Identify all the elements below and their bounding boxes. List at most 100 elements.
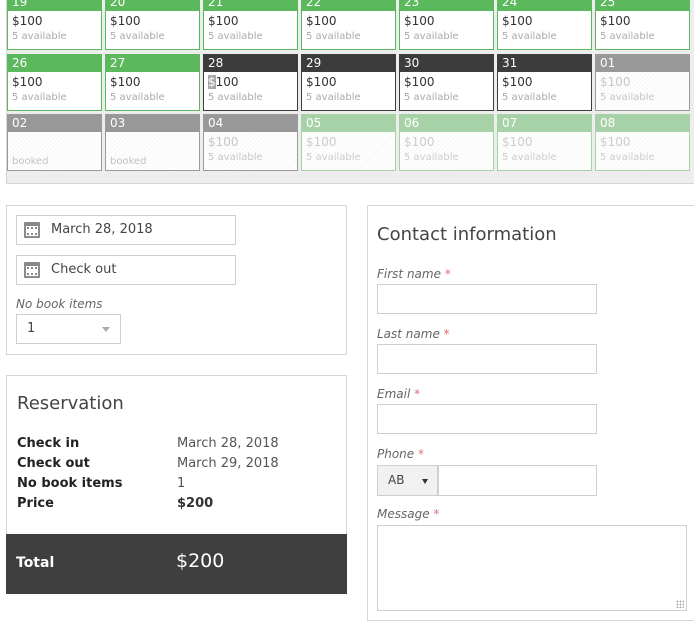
calendar-day[interactable]: 19 $100 5 available <box>7 0 102 50</box>
calendar-day-price: $100 <box>600 75 631 89</box>
summary-value: March 29, 2018 <box>177 456 279 471</box>
calendar-day[interactable]: 22 $100 5 available <box>301 0 396 50</box>
calendar-day-number: 04 <box>204 115 297 132</box>
calendar-day-availability: 5 available <box>502 31 557 42</box>
calendar-day-price: $100 <box>600 135 631 149</box>
total-bar: Total $200 <box>6 534 347 594</box>
calendar-day[interactable]: 07 $100 5 available <box>497 114 592 171</box>
calendar-day-availability: 5 available <box>12 31 67 42</box>
last-name-label: Last name * <box>377 327 450 341</box>
calendar-day-availability: 5 available <box>208 31 263 42</box>
required-mark: * <box>444 267 451 281</box>
check-in-value: March 28, 2018 <box>51 222 153 237</box>
message-label-text: Message <box>377 507 430 521</box>
phone-input[interactable] <box>438 465 597 496</box>
message-label: Message * <box>377 507 439 521</box>
calendar-day-price: $100 <box>208 75 239 89</box>
calendar-day-availability: 5 available <box>600 92 655 103</box>
calendar-day-number: 28 <box>204 55 297 72</box>
summary-value: $200 <box>177 496 214 511</box>
calendar-day[interactable]: 28 $100 5 available <box>203 54 298 111</box>
calendar-day[interactable]: 23 $100 5 available <box>399 0 494 50</box>
book-items-label: No book items <box>16 297 103 311</box>
required-mark: * <box>414 387 421 401</box>
summary-row-items: No book items 1 <box>17 474 337 494</box>
calendar-day[interactable]: 31 $100 5 available <box>497 54 592 111</box>
check-in-field[interactable]: March 28, 2018 <box>16 215 236 245</box>
calendar-day-availability: 5 available <box>208 92 263 103</box>
phone-country-select[interactable]: AB <box>377 465 438 496</box>
calendar-day[interactable]: 08 $100 5 available <box>595 114 690 171</box>
calendar-day-number: 31 <box>498 55 591 72</box>
resize-handle-icon[interactable] <box>676 600 684 608</box>
required-mark: * <box>443 327 450 341</box>
check-out-placeholder: Check out <box>51 262 117 277</box>
summary-row-price: Price $200 <box>17 494 337 514</box>
calendar-day[interactable]: 20 $100 5 available <box>105 0 200 50</box>
calendar-day-availability: 5 available <box>502 152 557 163</box>
calendar-day[interactable]: 29 $100 5 available <box>301 54 396 111</box>
calendar-day[interactable]: 21 $100 5 available <box>203 0 298 50</box>
calendar-day-number: 06 <box>400 115 493 132</box>
email-label: Email * <box>377 387 420 401</box>
contact-title: Contact information <box>377 224 557 245</box>
summary-row-check-in: Check in March 28, 2018 <box>17 434 337 454</box>
calendar-day-price: $100 <box>404 14 435 28</box>
calendar-day-availability: 5 available <box>110 31 165 42</box>
total-value: $200 <box>176 550 225 572</box>
calendar-day-booked: booked <box>110 156 147 167</box>
check-out-field[interactable]: Check out <box>16 255 236 285</box>
calendar-day-price: $100 <box>12 75 43 89</box>
required-mark: * <box>433 507 440 521</box>
calendar-day-availability: 5 available <box>306 152 361 163</box>
caret-down-icon <box>422 479 428 484</box>
calendar-day[interactable]: 05 $100 5 available <box>301 114 396 171</box>
calendar-day-availability: 5 available <box>306 31 361 42</box>
calendar-day-price: $100 <box>208 14 239 28</box>
summary-value: March 28, 2018 <box>177 436 279 451</box>
calendar-day-price: $100 <box>502 75 533 89</box>
calendar-day-availability: 5 available <box>404 31 459 42</box>
calendar-day[interactable]: 06 $100 5 available <box>399 114 494 171</box>
last-name-label-text: Last name <box>377 327 440 341</box>
calendar-day-number: 07 <box>498 115 591 132</box>
total-label: Total <box>16 555 55 571</box>
calendar-day-price: $100 <box>404 75 435 89</box>
calendar-day-availability: 5 available <box>404 92 459 103</box>
calendar-day[interactable]: 25 $100 5 available <box>595 0 690 50</box>
calendar-day-number: 19 <box>8 0 101 11</box>
availability-calendar: 19 $100 5 available 20 $100 5 available 21 $100… <box>6 0 694 184</box>
calendar-day-price: $100 <box>110 14 141 28</box>
calendar-day[interactable]: 24 $100 5 available <box>497 0 592 50</box>
book-items-select[interactable]: 1 <box>16 314 121 344</box>
calendar-day[interactable]: 27 $100 5 available <box>105 54 200 111</box>
calendar-day[interactable]: 30 $100 5 available <box>399 54 494 111</box>
last-name-input[interactable] <box>377 344 597 374</box>
summary-label: Check out <box>17 456 90 471</box>
email-input[interactable] <box>377 404 597 434</box>
calendar-day-number: 22 <box>302 0 395 11</box>
calendar-day-availability: 5 available <box>600 31 655 42</box>
calendar-day-price: $100 <box>306 135 337 149</box>
first-name-label: First name * <box>377 267 451 281</box>
calendar-day-price: $100 <box>306 75 337 89</box>
message-textarea[interactable] <box>377 525 687 611</box>
calendar-day-price: $100 <box>502 135 533 149</box>
calendar-day-number: 08 <box>596 115 689 132</box>
calendar-day[interactable]: 04 $100 5 available <box>203 114 298 171</box>
calendar-day-number: 24 <box>498 0 591 11</box>
summary-label: Price <box>17 496 54 511</box>
calendar-day[interactable]: 26 $100 5 available <box>7 54 102 111</box>
calendar-day[interactable]: 01 $100 5 available <box>595 54 690 111</box>
calendar-day-availability: 5 available <box>208 152 263 163</box>
calendar-day-price: $100 <box>306 14 337 28</box>
first-name-input[interactable] <box>377 284 597 314</box>
calendar-day-number: 05 <box>302 115 395 132</box>
calendar-day[interactable]: 02 booked <box>7 114 102 171</box>
calendar-day-price: $100 <box>600 14 631 28</box>
calendar-day-availability: 5 available <box>600 152 655 163</box>
calendar-day-booked: booked <box>12 156 49 167</box>
calendar-day[interactable]: 03 booked <box>105 114 200 171</box>
calendar-day-availability: 5 available <box>12 92 67 103</box>
calendar-day-number: 20 <box>106 0 199 11</box>
